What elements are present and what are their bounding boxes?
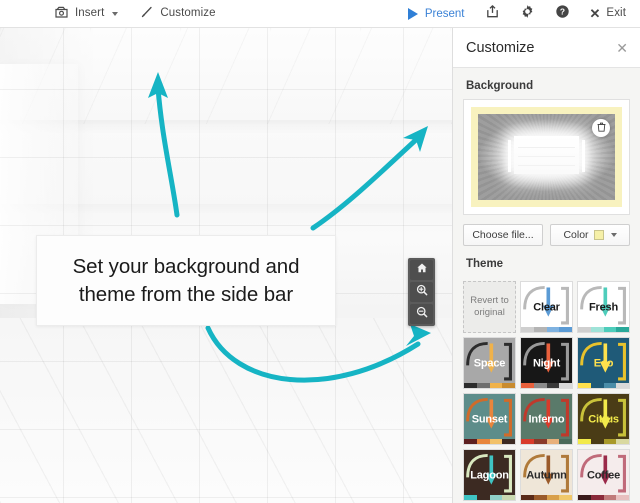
delete-background-button[interactable]: [592, 119, 610, 137]
chevron-down-icon: [112, 11, 119, 16]
svg-text:?: ?: [559, 6, 564, 16]
chevron-down-icon: [610, 233, 617, 237]
theme-tile-label: Sunset: [471, 413, 508, 426]
theme-section-label: Theme: [466, 258, 504, 270]
theme-tile-label: Clear: [533, 301, 560, 314]
present-label: Present: [424, 7, 465, 20]
theme-tile-citrus[interactable]: Citrus: [577, 393, 630, 445]
theme-color-strip: [464, 383, 515, 388]
theme-tile-label: Space: [473, 357, 506, 370]
theme-tile-lagoon[interactable]: Lagoon: [463, 449, 516, 501]
theme-tile-autumn[interactable]: Autumn: [520, 449, 573, 501]
exit-label: Exit: [606, 6, 626, 19]
theme-tile-label: Inferno: [528, 413, 565, 426]
theme-grid: Revert to original Clear Fresh Space Nig…: [453, 277, 640, 503]
theme-tile-label: Fresh: [589, 301, 618, 314]
canvas-controls: [408, 258, 435, 326]
theme-tile-coffee[interactable]: Coffee: [577, 449, 630, 501]
home-icon: [416, 261, 428, 279]
theme-tile-fresh[interactable]: Fresh: [577, 281, 630, 333]
choose-file-label: Choose file...: [472, 229, 534, 241]
toolbar-right-group: Present ? ✕ Exit: [407, 4, 640, 24]
image-insert-icon: [54, 5, 69, 23]
theme-tile-label: Citrus: [588, 413, 619, 426]
choose-file-button[interactable]: Choose file...: [463, 224, 543, 246]
revert-label: Revert to original: [470, 295, 509, 320]
customize-label: Customize: [160, 6, 216, 19]
help-button[interactable]: ?: [555, 4, 570, 24]
theme-tile-label: Coffee: [586, 469, 621, 482]
theme-color-strip: [464, 495, 515, 500]
theme-color-strip: [521, 327, 572, 332]
theme-color-strip: [578, 327, 629, 332]
slide-text-line1: Set your background and: [72, 254, 300, 278]
customize-sidebar: Customize ✕ Background Choose file... Co…: [452, 28, 640, 503]
play-icon: [407, 7, 418, 20]
revert-line1: Revert to: [470, 294, 509, 306]
theme-tile-label: Night: [532, 357, 561, 370]
theme-tile-eco[interactable]: Eco: [577, 337, 630, 389]
magnifier-plus-icon: [416, 283, 428, 301]
background-button-row: Choose file... Color: [453, 215, 640, 246]
theme-color-strip: [521, 383, 572, 388]
theme-color-strip: [521, 495, 572, 500]
theme-tile-label: Lagoon: [470, 469, 509, 482]
background-thumbnail[interactable]: [478, 114, 615, 200]
background-thumbnail-highlight: [471, 107, 622, 207]
color-swatch: [593, 230, 604, 240]
color-label: Color: [563, 229, 589, 241]
thumbnail-post-right: [581, 139, 585, 173]
insert-button[interactable]: Insert: [54, 5, 119, 23]
pencil-icon: [140, 5, 154, 23]
theme-color-strip: [521, 439, 572, 444]
theme-tile-revert[interactable]: Revert to original: [463, 281, 516, 333]
revert-line2: original: [474, 307, 505, 318]
sidebar-header: Customize ✕: [453, 28, 640, 68]
thumbnail-post-left: [508, 139, 512, 173]
theme-tile-space[interactable]: Space: [463, 337, 516, 389]
trash-icon: [597, 119, 606, 137]
slide-text-frame[interactable]: Set your background and theme from the s…: [36, 235, 336, 326]
presentation-editor: Insert Customize Present ? ✕ Exit Set yo…: [0, 0, 640, 503]
theme-tile-label: Autumn: [526, 469, 567, 482]
color-button[interactable]: Color: [550, 224, 630, 246]
background-card: [463, 99, 630, 215]
zoom-in-button[interactable]: [410, 282, 433, 302]
home-button[interactable]: [410, 260, 433, 280]
theme-tile-night[interactable]: Night: [520, 337, 573, 389]
theme-tile-inferno[interactable]: Inferno: [520, 393, 573, 445]
thumbnail-inner-wall: [513, 136, 580, 175]
close-x-icon: ✕: [589, 6, 601, 21]
theme-color-strip: [578, 495, 629, 500]
customize-button[interactable]: Customize: [140, 5, 216, 23]
slide-canvas[interactable]: Set your background and theme from the s…: [0, 28, 452, 503]
theme-tile-label: Eco: [593, 357, 614, 370]
theme-color-strip: [578, 439, 629, 444]
slide-text: Set your background and theme from the s…: [73, 253, 300, 308]
top-toolbar: Insert Customize Present ? ✕ Exit: [0, 0, 640, 28]
slide-text-line2: theme from the side bar: [78, 282, 294, 306]
close-icon[interactable]: ✕: [616, 41, 628, 55]
exit-button[interactable]: ✕ Exit: [590, 7, 626, 20]
theme-tile-clear[interactable]: Clear: [520, 281, 573, 333]
share-export-icon: [485, 4, 500, 24]
magnifier-minus-icon: [416, 305, 428, 323]
question-circle-icon: ?: [555, 4, 570, 24]
theme-tile-sunset[interactable]: Sunset: [463, 393, 516, 445]
zoom-out-button[interactable]: [410, 304, 433, 324]
toolbar-left-group: Insert Customize: [0, 5, 216, 23]
gear-icon: [520, 4, 535, 24]
background-section-label: Background: [466, 80, 534, 92]
theme-color-strip: [578, 383, 629, 388]
settings-button[interactable]: [520, 4, 535, 24]
sidebar-title: Customize: [466, 39, 535, 56]
theme-color-strip: [464, 439, 515, 444]
insert-label: Insert: [75, 6, 105, 19]
share-button[interactable]: [485, 4, 500, 24]
present-button[interactable]: Present: [407, 7, 465, 20]
